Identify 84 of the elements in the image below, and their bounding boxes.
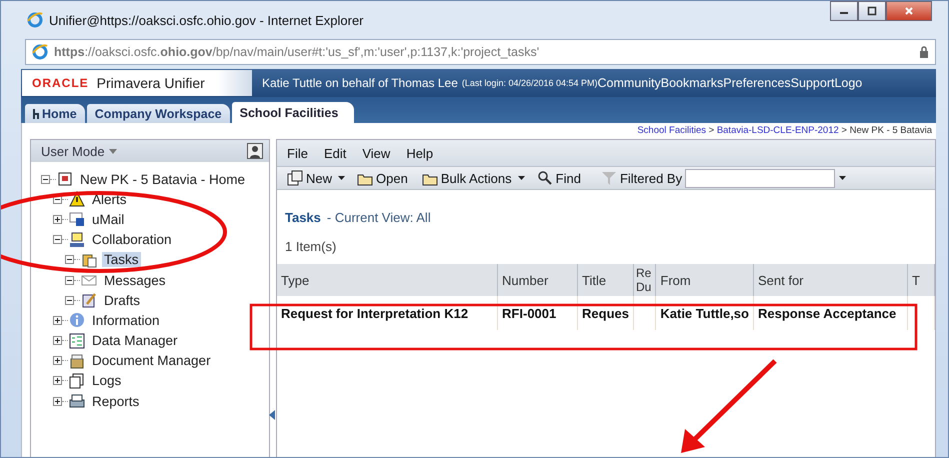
collapse-icon[interactable] xyxy=(53,235,62,244)
tab[interactable]: Home xyxy=(25,104,85,123)
tree-item[interactable]: Logs xyxy=(90,373,124,388)
tree-item[interactable]: uMail xyxy=(90,212,126,227)
menu-item[interactable]: Help xyxy=(406,146,434,160)
oracle-logo: ORACLE xyxy=(32,76,89,90)
url-text: https://oaksci.osfc.ohio.gov/bp/nav/main/user#t:'us_sf',m:'user',p:1137,k:'project_tasks' xyxy=(54,45,540,59)
last-login: (Last login: 04/26/2016 04:54 PM) xyxy=(462,78,598,88)
header-link[interactable]: Logo xyxy=(834,76,862,90)
caret-icon[interactable] xyxy=(839,176,846,180)
maximize-button[interactable] xyxy=(858,1,886,21)
collapse-icon[interactable] xyxy=(65,255,74,264)
menu-item[interactable]: File xyxy=(287,146,308,160)
header-link[interactable]: Preferences xyxy=(723,76,791,90)
tree-item[interactable]: New PK - 5 Batavia - Home xyxy=(78,172,248,187)
dropdown-arrow-icon[interactable] xyxy=(518,176,525,180)
tree-item[interactable]: Data Manager xyxy=(90,333,180,348)
user-info: Katie Tuttle on behalf of Thomas Lee xyxy=(262,76,458,90)
column-header[interactable]: From xyxy=(656,264,754,296)
header-link[interactable]: Community xyxy=(598,76,661,90)
collapse-icon[interactable] xyxy=(41,174,50,184)
breadcrumb-link[interactable]: School Facilities xyxy=(637,125,706,136)
table-cell: RFI-0001 xyxy=(498,296,578,330)
maximize-icon[interactable] xyxy=(867,6,877,16)
tree-item[interactable]: Messages xyxy=(102,272,168,288)
minimize-button[interactable] xyxy=(830,1,858,21)
collapse-icon[interactable] xyxy=(65,296,74,305)
current-view: - Current View: All xyxy=(326,210,431,225)
column-header[interactable]: Re Du xyxy=(634,264,656,296)
expand-icon[interactable] xyxy=(53,336,62,346)
lock-icon xyxy=(919,46,929,58)
header-link[interactable]: Bookmarks xyxy=(660,76,724,90)
column-header[interactable]: Title xyxy=(578,264,634,296)
toolbar-button[interactable]: Bulk Actions xyxy=(418,170,516,186)
address-bar[interactable]: https://oaksci.osfc.ohio.gov/bp/nav/main/user#t:'us_sf',m:'user',p:1137,k:'project_tasks' xyxy=(25,39,936,65)
breadcrumb-text: > New PK - 5 Batavia xyxy=(840,125,932,136)
close-icon[interactable] xyxy=(904,6,914,16)
product-name: Primavera Unifier xyxy=(96,75,205,91)
tab[interactable]: Company Workspace xyxy=(86,104,230,123)
filter-icon xyxy=(600,170,617,186)
tree-item[interactable]: Collaboration xyxy=(90,232,174,248)
expand-icon[interactable] xyxy=(53,356,62,366)
expand-icon[interactable] xyxy=(53,214,62,224)
toolbar-button[interactable]: Find xyxy=(532,170,585,186)
table-cell: Response Acceptance xyxy=(753,296,908,330)
table-cell: Katie Tuttle,so xyxy=(656,296,754,330)
new-document-icon[interactable] xyxy=(287,170,303,186)
header-link[interactable]: Support xyxy=(790,76,834,90)
browser-logo-icon xyxy=(32,44,48,60)
column-header[interactable]: Type xyxy=(277,264,498,296)
column-header[interactable]: Number xyxy=(498,264,578,296)
close-button[interactable] xyxy=(886,1,932,21)
toolbar-button[interactable]: New xyxy=(283,170,336,186)
collapse-arrow-icon[interactable] xyxy=(269,410,275,420)
table-cell: Request for Interpretation K12 xyxy=(277,296,498,330)
column-header[interactable]: T xyxy=(907,264,934,296)
person-icon[interactable] xyxy=(247,143,263,159)
tab[interactable]: School Facilities xyxy=(232,102,354,123)
tree-item[interactable]: Information xyxy=(90,312,162,328)
breadcrumb-text: > xyxy=(708,125,716,136)
tree-item[interactable]: Alerts xyxy=(90,192,129,207)
expand-icon[interactable] xyxy=(53,396,62,406)
browser-logo-icon xyxy=(27,12,43,28)
column-header[interactable]: Sent for xyxy=(753,264,908,296)
menu-item[interactable]: Edit xyxy=(324,146,346,160)
breadcrumb-link[interactable]: Batavia-LSD-CLE-ENP-2012 xyxy=(716,125,839,136)
collapse-icon[interactable] xyxy=(65,276,74,285)
user-mode-menu[interactable]: User Mode xyxy=(41,144,105,158)
table-cell: Reques xyxy=(578,296,634,330)
search-icon[interactable] xyxy=(536,170,553,186)
dropdown-arrow-icon[interactable] xyxy=(338,176,346,180)
tree-item[interactable]: Reports xyxy=(90,394,142,409)
expand-icon[interactable] xyxy=(53,376,62,386)
menu-item[interactable]: View xyxy=(362,146,390,160)
tree-item[interactable]: Document Manager xyxy=(90,353,213,368)
item-count: 1 Item(s) xyxy=(284,238,338,254)
toolbar-button[interactable]: Open xyxy=(353,170,412,186)
filter-label: Filtered By xyxy=(620,170,682,186)
view-title: Tasks xyxy=(285,210,321,225)
tree-item[interactable]: Tasks xyxy=(102,252,141,268)
tab-icon[interactable] xyxy=(33,108,39,118)
expand-icon[interactable] xyxy=(53,316,62,325)
window-title: Unifier@https://oaksci.osfc.ohio.gov - Internet Explorer xyxy=(49,12,364,28)
tree-item[interactable]: Drafts xyxy=(102,292,142,308)
